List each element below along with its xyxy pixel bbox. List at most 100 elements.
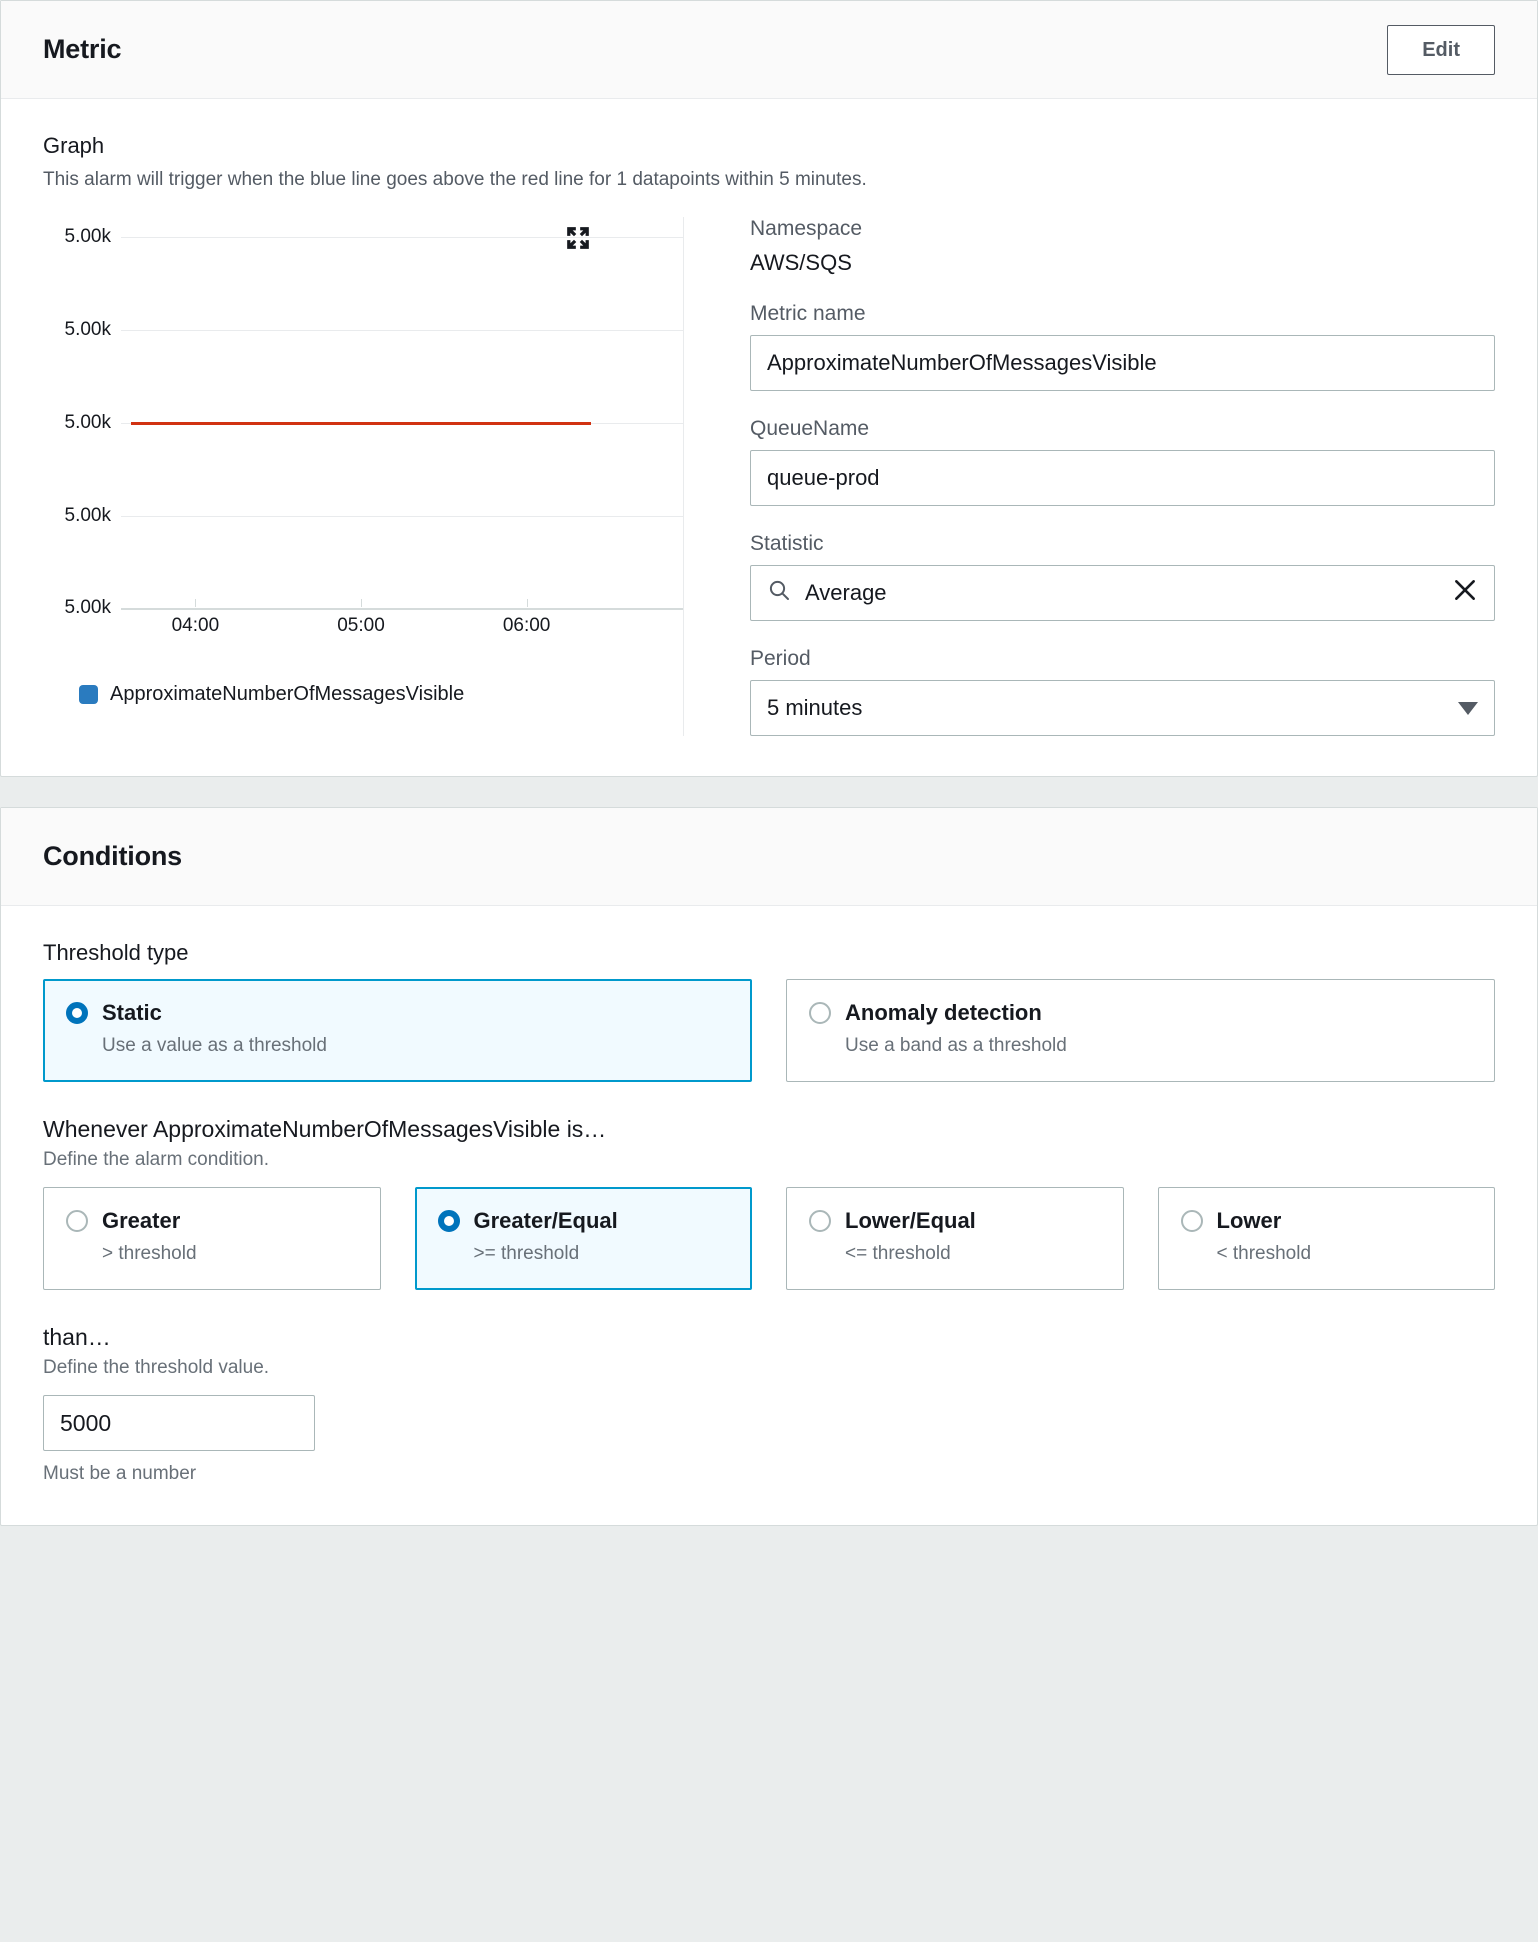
queue-name-input[interactable]: queue-prod [750,450,1495,506]
threshold-type-option-static[interactable]: Static Use a value as a threshold [43,979,752,1082]
search-icon [767,578,793,608]
comparison-option-lower-equal[interactable]: Lower/Equal <= threshold [786,1187,1124,1290]
queue-name-label: QueueName [750,417,870,440]
threshold-value-input[interactable]: 5000 [43,1395,315,1451]
gridline-3: 5.00k [43,505,683,526]
threshold-type-option-anomaly-detection[interactable]: Anomaly detection Use a band as a thresh… [786,979,1495,1082]
radio-icon[interactable] [809,1210,831,1232]
conditions-panel-header: Conditions [1,808,1537,906]
threshold-value-text: 5000 [60,1409,112,1436]
statistic-value: Average [805,580,887,605]
y-axis-tick-label: 5.00k [64,225,111,247]
gridline [121,330,683,331]
option-title: Static [102,1000,162,1025]
radio-icon[interactable] [66,1002,88,1024]
edit-button[interactable]: Edit [1387,24,1495,75]
queue-name-field: QueueName queue-prod [750,417,1495,506]
conditions-title: Conditions [43,841,182,871]
x-axis-labels: 04:00 05:00 06:00 [131,599,591,639]
radio-icon[interactable] [1180,1210,1203,1232]
threshold-line [131,422,591,425]
x-tick-mark [195,599,197,607]
metric-name-label: Metric name [750,302,866,325]
graph-label: Graph [43,133,105,158]
expand-icon[interactable] [565,225,591,251]
legend-item-label: ApproximateNumberOfMessagesVisible [110,683,465,705]
comparison-option-lower[interactable]: Lower < threshold [1157,1187,1495,1290]
radio-icon[interactable] [809,1002,831,1024]
option-description: <= threshold [845,1243,951,1264]
radio-icon[interactable] [437,1210,460,1232]
alarm-preview-chart: 5.00k 5.00k 5.00k 5.00k 5.00k 04:00 05:0… [43,217,683,637]
option-title: Lower/Equal [845,1208,976,1233]
option-description: >= threshold [473,1243,580,1264]
radio-row: Greater [66,1208,358,1234]
comparison-block: Whenever ApproximateNumberOfMessagesVisi… [43,1116,1495,1290]
radio-row: Anomaly detection [809,1000,1472,1026]
radio-icon[interactable] [66,1210,88,1232]
chevron-down-icon[interactable] [1458,701,1478,715]
gridline [121,516,683,517]
y-axis-tick-label: 5.00k [64,504,111,526]
graph-description: This alarm will trigger when the blue li… [43,169,867,190]
option-description: Use a band as a threshold [845,1035,1067,1056]
period-field: Period 5 minutes [750,647,1495,736]
threshold-type-options: Static Use a value as a threshold Anomal… [43,979,1495,1082]
metric-panel-body: Graph This alarm will trigger when the b… [1,99,1537,776]
x-axis-tick-label: 04:00 [171,615,220,636]
metric-panel-header: Metric Edit [1,1,1537,99]
metric-panel: Metric Edit Graph This alarm will trigge… [0,0,1538,777]
y-axis-tick-label: 5.00k [64,596,111,618]
threshold-value-block: than… Define the threshold value. 5000 M… [43,1324,1495,1485]
x-tick-mark [526,599,528,607]
gridline [121,237,683,238]
comparison-option-greater[interactable]: Greater > threshold [43,1187,381,1290]
comparison-heading: Whenever ApproximateNumberOfMessagesVisi… [43,1116,607,1142]
option-title: Greater/Equal [473,1208,618,1233]
legend-color-swatch [79,685,98,704]
statistic-field: Statistic Average [750,532,1495,621]
conditions-panel: Conditions Threshold type Static Use a v… [0,807,1538,1526]
namespace-label: Namespace [750,217,863,240]
comparison-sub: Define the alarm condition. [43,1149,270,1170]
option-title: Greater [102,1208,181,1233]
option-description: < threshold [1216,1243,1312,1264]
metric-row: 5.00k 5.00k 5.00k 5.00k 5.00k 04:00 05:0… [43,217,1495,736]
period-select[interactable]: 5 minutes [750,680,1495,736]
close-icon[interactable] [1452,577,1478,609]
period-label: Period [750,647,811,670]
x-axis-tick-label: 05:00 [337,615,385,636]
x-axis-tick-label: 06:00 [502,615,551,636]
gridline-1: 5.00k [43,319,683,340]
page-title: Metric [43,34,122,64]
conditions-panel-body: Threshold type Static Use a value as a t… [1,906,1537,1525]
y-axis-tick-label: 5.00k [64,318,111,340]
metric-fields-column: Namespace AWS/SQS Metric name Approximat… [720,217,1495,736]
threshold-value-sub: Define the threshold value. [43,1357,270,1378]
vertical-divider [683,217,684,736]
option-description: > threshold [102,1243,197,1264]
option-title: Anomaly detection [845,1000,1042,1025]
radio-row: Greater/Equal [437,1208,730,1234]
threshold-type-block: Threshold type Static Use a value as a t… [43,940,1495,1082]
radio-row: Lower/Equal [809,1208,1101,1234]
namespace-value: AWS/SQS [750,250,852,275]
radio-row: Static [66,1000,729,1026]
metric-name-value: ApproximateNumberOfMessagesVisible [767,350,1157,375]
chart-legend: ApproximateNumberOfMessagesVisible [43,683,683,706]
namespace-field: Namespace AWS/SQS [750,217,1495,276]
metric-name-field: Metric name ApproximateNumberOfMessagesV… [750,302,1495,391]
panel-gap [0,777,1538,807]
comparison-options: Greater > threshold Greater/Equal >= thr… [43,1187,1495,1290]
chart-column: 5.00k 5.00k 5.00k 5.00k 5.00k 04:00 05:0… [43,217,683,736]
x-tick-mark [361,599,362,607]
threshold-value-hint: Must be a number [43,1463,197,1484]
period-value: 5 minutes [767,695,863,720]
statistic-input[interactable]: Average [750,565,1495,621]
y-axis-tick-label: 5.00k [64,411,111,433]
option-title: Lower [1216,1208,1282,1233]
metric-name-input[interactable]: ApproximateNumberOfMessagesVisible [750,335,1495,391]
statistic-label: Statistic [750,532,824,555]
comparison-option-greater-equal[interactable]: Greater/Equal >= threshold [414,1187,752,1290]
radio-row: Lower [1180,1208,1473,1234]
